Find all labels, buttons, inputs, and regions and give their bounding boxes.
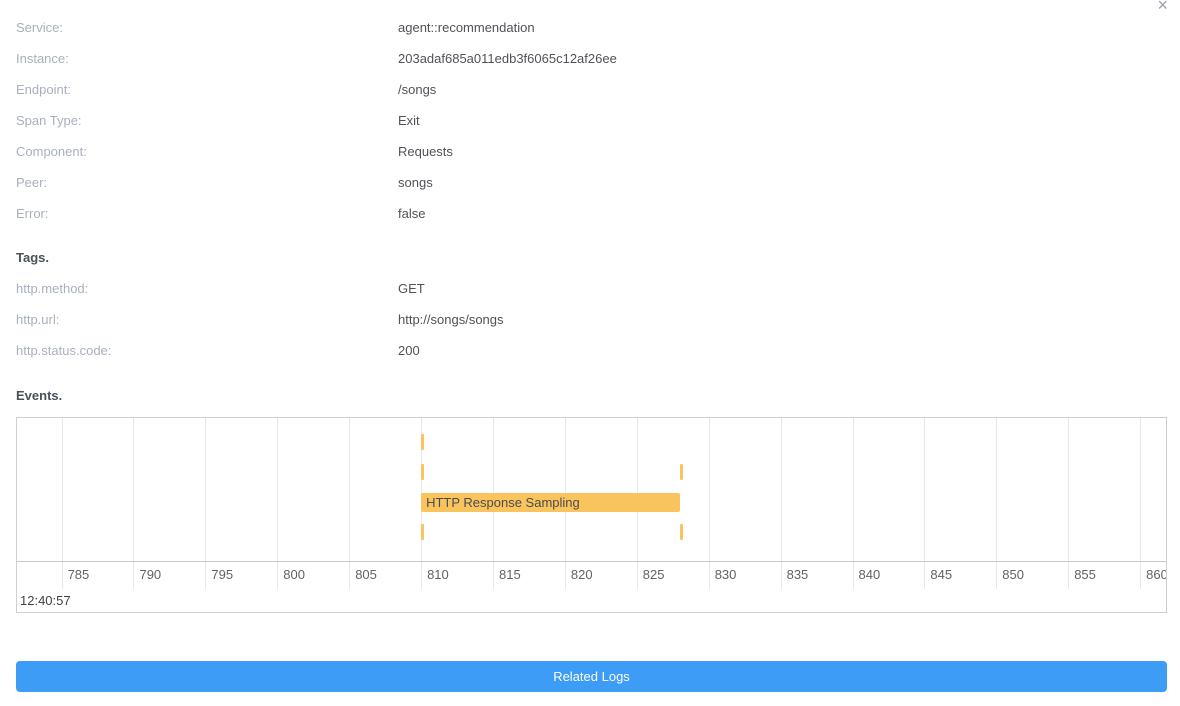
event-bar[interactable]: HTTP Response Sampling: [421, 493, 680, 512]
event-tick[interactable]: [680, 524, 683, 540]
gridline: [133, 418, 134, 561]
axis-tick-label: 820: [565, 567, 593, 582]
events-heading: Events.: [16, 380, 1164, 411]
detail-value: false: [398, 206, 425, 221]
gridline: [349, 418, 350, 561]
chart-time-label: 12:40:57: [20, 593, 71, 608]
gridline: [709, 418, 710, 561]
axis-tick-label: 795: [205, 567, 233, 582]
detail-label: Instance:: [16, 51, 398, 66]
detail-row-span-type: Span Type: Exit: [16, 105, 1164, 136]
detail-value: 203adaf685a011edb3f6065c12af26ee: [398, 51, 617, 66]
detail-label: Service:: [16, 20, 398, 35]
chart-time-row: 12:40:57: [17, 589, 1166, 612]
tag-label: http.method:: [16, 281, 398, 296]
axis-tick-label: 855: [1068, 567, 1096, 582]
chart-x-axis: 785 790 795 800 805 810 815 820 825 830 835 840 845 8…: [17, 562, 1166, 589]
axis-tick-label: 815: [493, 567, 521, 582]
event-tick[interactable]: [421, 524, 424, 540]
detail-label: Endpoint:: [16, 82, 398, 97]
detail-value: agent::recommendation: [398, 20, 535, 35]
axis-tick-label: 830: [709, 567, 737, 582]
axis-tick-label: 835: [781, 567, 809, 582]
event-tick[interactable]: [421, 434, 424, 450]
axis-tick-label: 850: [996, 567, 1024, 582]
detail-label: Peer:: [16, 175, 398, 190]
tag-value: 200: [398, 343, 420, 358]
gridline: [1068, 418, 1069, 561]
detail-value: Requests: [398, 144, 453, 159]
axis-tick-label: 805: [349, 567, 377, 582]
detail-label: Error:: [16, 206, 398, 221]
detail-row-endpoint: Endpoint: /songs: [16, 74, 1164, 105]
tag-value: http://songs/songs: [398, 312, 504, 327]
event-tick[interactable]: [680, 464, 683, 480]
detail-row-service: Service: agent::recommendation: [16, 12, 1164, 43]
axis-tick-label: 785: [62, 567, 90, 582]
gridline: [277, 418, 278, 561]
tag-label: http.status.code:: [16, 343, 398, 358]
event-tick[interactable]: [421, 464, 424, 480]
span-details: Service: agent::recommendation Instance:…: [0, 0, 1180, 411]
chart-plot-area[interactable]: HTTP Response Sampling: [17, 418, 1166, 562]
gridline: [996, 418, 997, 561]
detail-label: Component:: [16, 144, 398, 159]
tag-row-http-url: http.url: http://songs/songs: [16, 304, 1164, 335]
gridline: [637, 418, 638, 561]
detail-value: Exit: [398, 113, 420, 128]
axis-tick-label: 845: [924, 567, 952, 582]
axis-tick-label: 825: [637, 567, 665, 582]
gridline: [565, 418, 566, 561]
axis-tick-label: 840: [853, 567, 881, 582]
gridline: [781, 418, 782, 561]
axis-tick-label: 810: [421, 567, 449, 582]
gridline: [493, 418, 494, 561]
detail-row-component: Component: Requests: [16, 136, 1164, 167]
detail-label: Span Type:: [16, 113, 398, 128]
tag-row-http-method: http.method: GET: [16, 273, 1164, 304]
axis-tick-label: 800: [277, 567, 305, 582]
axis-tick-label: 790: [133, 567, 161, 582]
detail-value: songs: [398, 175, 433, 190]
gridline: [1140, 418, 1141, 561]
tags-heading: Tags.: [16, 242, 1164, 273]
detail-row-peer: Peer: songs: [16, 167, 1164, 198]
gridline: [205, 418, 206, 561]
detail-row-instance: Instance: 203adaf685a011edb3f6065c12af26…: [16, 43, 1164, 74]
tag-label: http.url:: [16, 312, 398, 327]
detail-row-error: Error: false: [16, 198, 1164, 229]
events-timeline-chart: HTTP Response Sampling 785 790 795 800 805 81…: [16, 417, 1167, 613]
tag-row-http-status-code: http.status.code: 200: [16, 335, 1164, 366]
detail-value: /songs: [398, 82, 436, 97]
gridline: [924, 418, 925, 561]
close-icon[interactable]: ×: [1157, 0, 1168, 14]
related-logs-button[interactable]: Related Logs: [16, 661, 1167, 692]
gridline: [853, 418, 854, 561]
gridline: [62, 418, 63, 561]
axis-tick-label: 860: [1140, 567, 1167, 582]
tag-value: GET: [398, 281, 425, 296]
